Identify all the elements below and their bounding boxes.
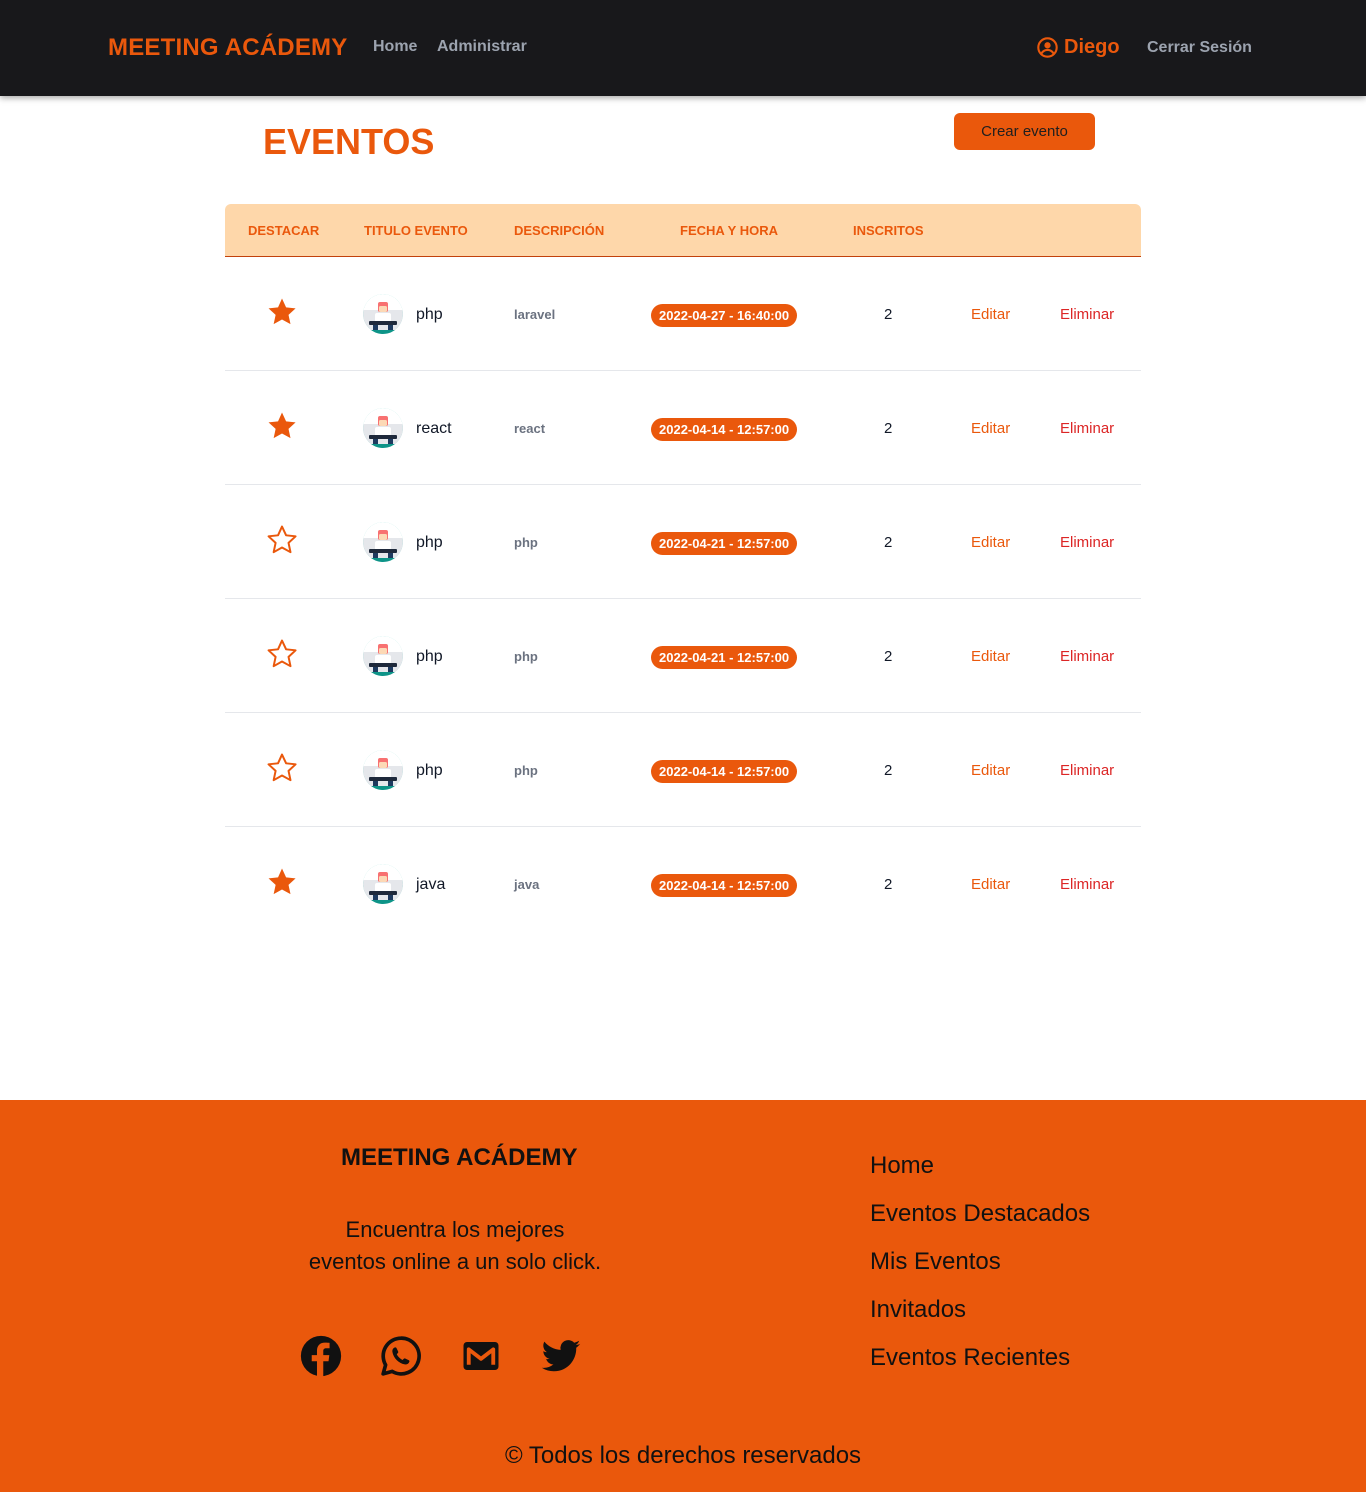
event-enrolled-count: 2 — [884, 762, 893, 779]
event-datetime-badge: 2022-04-14 - 12:57:00 — [651, 760, 798, 783]
event-title: php — [416, 306, 443, 323]
event-avatar — [363, 408, 403, 448]
footer-link-mis-eventos[interactable]: Mis Eventos — [870, 1246, 1090, 1294]
event-avatar — [363, 522, 403, 562]
event-avatar — [363, 636, 403, 676]
event-description: java — [514, 877, 540, 892]
event-enrolled-count: 2 — [884, 420, 893, 437]
delete-link[interactable]: Eliminar — [1060, 306, 1114, 323]
navbar: MEETING ACÁDEMY Home Administrar Diego C… — [0, 0, 1366, 96]
event-datetime-badge: 2022-04-21 - 12:57:00 — [651, 646, 798, 669]
footer-link-home[interactable]: Home — [870, 1150, 1090, 1198]
social-links — [300, 1335, 582, 1377]
edit-link[interactable]: Editar — [971, 762, 1010, 779]
user-menu[interactable]: Diego — [1037, 36, 1120, 59]
gmail-icon[interactable] — [460, 1335, 502, 1377]
delete-link[interactable]: Eliminar — [1060, 534, 1114, 551]
logout-link[interactable]: Cerrar Sesión — [1147, 39, 1252, 57]
event-enrolled-count: 2 — [884, 534, 893, 551]
star-icon[interactable] — [265, 295, 299, 329]
footer-tagline-line: eventos online a un solo click. — [308, 1249, 602, 1274]
event-title: react — [416, 420, 452, 437]
user-name: Diego — [1064, 36, 1120, 58]
star-icon[interactable] — [265, 637, 299, 671]
column-header-titulo: TITULO EVENTO — [364, 223, 468, 238]
event-datetime-badge: 2022-04-14 - 12:57:00 — [651, 418, 798, 441]
event-enrolled-count: 2 — [884, 648, 893, 665]
column-header-descripcion: DESCRIPCIÓN — [514, 223, 605, 238]
delete-link[interactable]: Eliminar — [1060, 420, 1114, 437]
table-row: react react 2022-04-14 - 12:57:00 2 Edit… — [225, 371, 1141, 485]
event-datetime-badge: 2022-04-27 - 16:40:00 — [651, 304, 798, 327]
table-row: java java 2022-04-14 - 12:57:00 2 Editar… — [225, 827, 1141, 941]
star-icon[interactable] — [265, 865, 299, 899]
event-description: laravel — [514, 307, 556, 322]
event-datetime-badge: 2022-04-14 - 12:57:00 — [651, 874, 798, 897]
edit-link[interactable]: Editar — [971, 306, 1010, 323]
copyright: © Todos los derechos reservados — [504, 1442, 862, 1469]
delete-link[interactable]: Eliminar — [1060, 648, 1114, 665]
footer-tagline-line: Encuentra los mejores — [345, 1217, 565, 1242]
table-row: php laravel 2022-04-27 - 16:40:00 2 Edit… — [225, 257, 1141, 371]
edit-link[interactable]: Editar — [971, 648, 1010, 665]
event-title: php — [416, 648, 443, 665]
event-enrolled-count: 2 — [884, 876, 893, 893]
nav-link-home[interactable]: Home — [373, 38, 417, 56]
table-row: php php 2022-04-14 - 12:57:00 2 Editar E… — [225, 713, 1141, 827]
event-title: php — [416, 534, 443, 551]
footer-brand: MEETING ACÁDEMY — [341, 1144, 578, 1171]
column-header-destacar: DESTACAR — [248, 223, 320, 238]
twitter-icon[interactable] — [540, 1335, 582, 1377]
star-icon[interactable] — [265, 523, 299, 557]
footer-link-recientes[interactable]: Eventos Recientes — [870, 1342, 1090, 1390]
delete-link[interactable]: Eliminar — [1060, 876, 1114, 893]
whatsapp-icon[interactable] — [380, 1335, 422, 1377]
event-description: php — [514, 649, 538, 664]
table-row: php php 2022-04-21 - 12:57:00 2 Editar E… — [225, 599, 1141, 713]
user-circle-icon — [1037, 37, 1058, 58]
footer: MEETING ACÁDEMY Encuentra los mejores ev… — [0, 1100, 1366, 1492]
star-icon[interactable] — [265, 409, 299, 443]
event-avatar — [363, 750, 403, 790]
event-avatar — [363, 294, 403, 334]
event-enrolled-count: 2 — [884, 306, 893, 323]
footer-tagline: Encuentra los mejores eventos online a u… — [255, 1214, 655, 1278]
edit-link[interactable]: Editar — [971, 876, 1010, 893]
table-row: php php 2022-04-21 - 12:57:00 2 Editar E… — [225, 485, 1141, 599]
star-icon[interactable] — [265, 751, 299, 785]
events-table: DESTACAR TITULO EVENTO DESCRIPCIÓN FECHA… — [225, 204, 1141, 941]
event-datetime-badge: 2022-04-21 - 12:57:00 — [651, 532, 798, 555]
page-title: EVENTOS — [263, 121, 435, 162]
footer-link-invitados[interactable]: Invitados — [870, 1294, 1090, 1342]
create-event-button[interactable]: Crear evento — [954, 113, 1095, 150]
table-body: php laravel 2022-04-27 - 16:40:00 2 Edit… — [225, 257, 1141, 941]
event-title: php — [416, 762, 443, 779]
event-description: react — [514, 421, 546, 436]
column-header-fecha: FECHA Y HORA — [680, 223, 778, 238]
nav-link-administrar[interactable]: Administrar — [437, 38, 527, 56]
brand-logo[interactable]: MEETING ACÁDEMY — [108, 34, 347, 62]
event-description: php — [514, 535, 538, 550]
edit-link[interactable]: Editar — [971, 534, 1010, 551]
table-header: DESTACAR TITULO EVENTO DESCRIPCIÓN FECHA… — [225, 204, 1141, 257]
event-avatar — [363, 864, 403, 904]
column-header-inscritos: INSCRITOS — [853, 223, 924, 238]
footer-links: Home Eventos Destacados Mis Eventos Invi… — [870, 1150, 1090, 1390]
edit-link[interactable]: Editar — [971, 420, 1010, 437]
event-title: java — [416, 876, 446, 893]
event-description: php — [514, 763, 538, 778]
delete-link[interactable]: Eliminar — [1060, 762, 1114, 779]
facebook-icon[interactable] — [300, 1335, 342, 1377]
footer-link-destacados[interactable]: Eventos Destacados — [870, 1198, 1090, 1246]
